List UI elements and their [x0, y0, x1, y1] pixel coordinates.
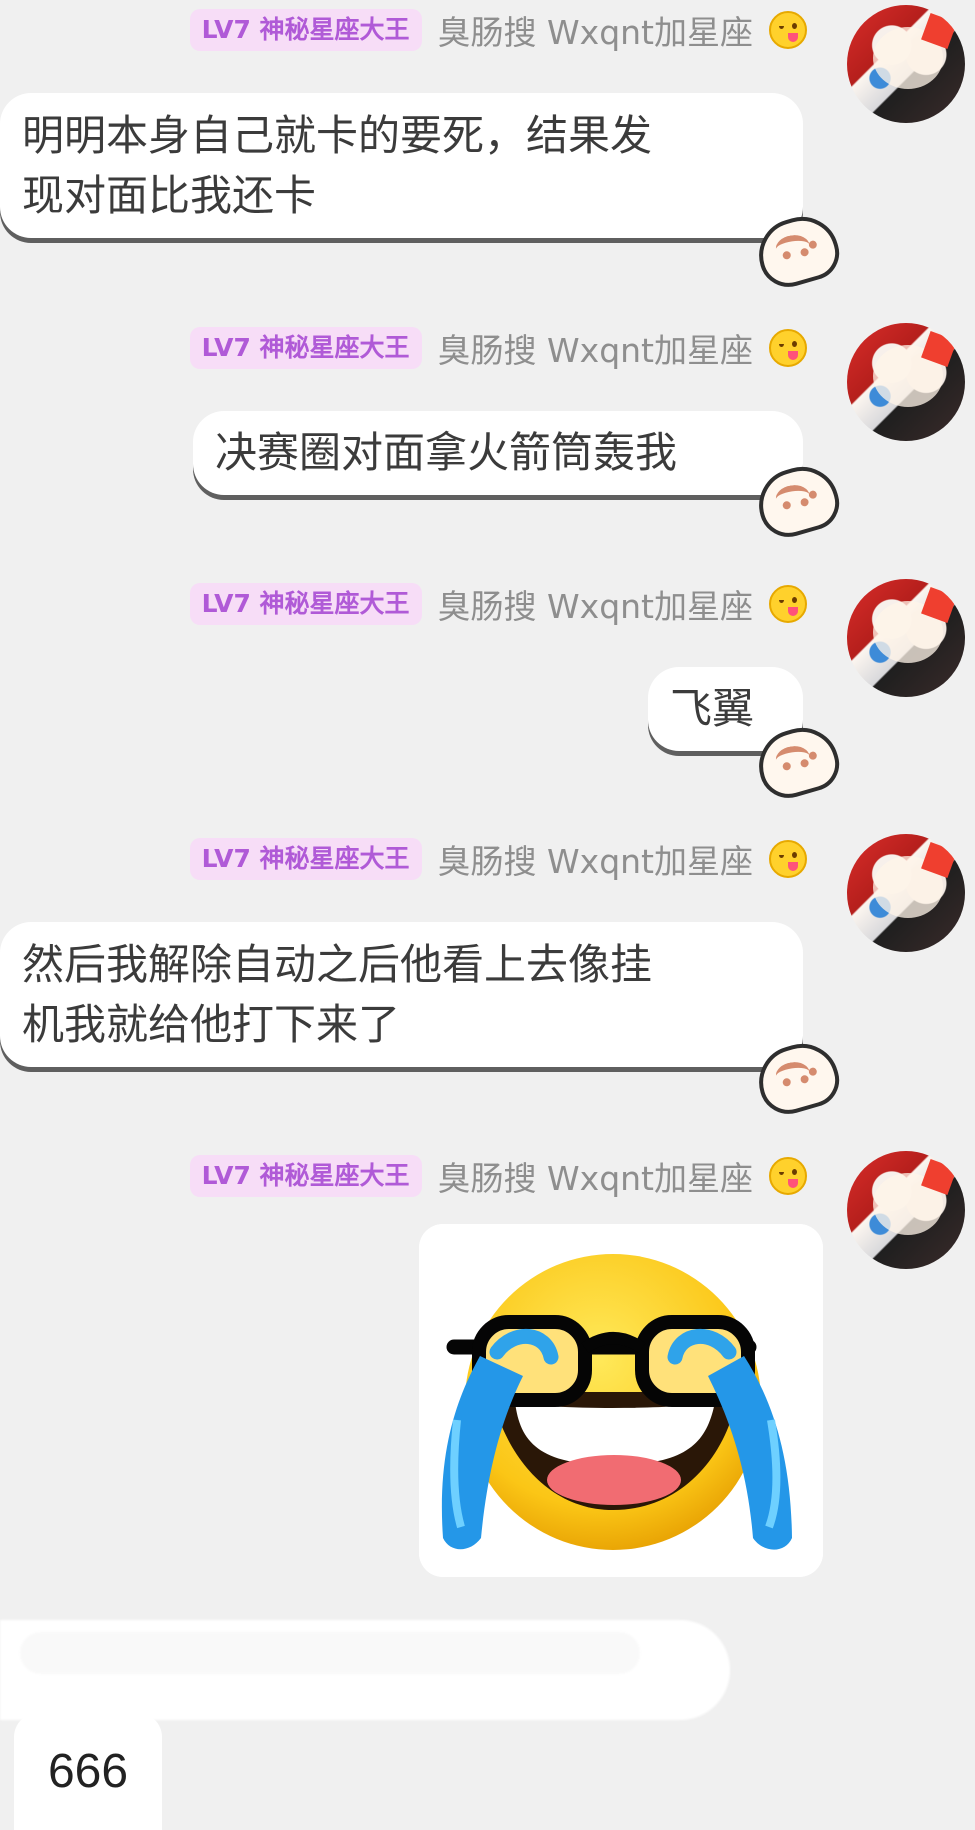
crying-laughing-glasses-emoji-icon	[419, 1224, 823, 1577]
message-bubble[interactable]: 明明本身自己就卡的要死，结果发 现对面比我还卡	[0, 93, 803, 238]
avatar[interactable]	[847, 323, 965, 441]
username[interactable]: 臭肠搜 Wxqnt加星座	[438, 580, 753, 628]
obscured-message	[0, 1620, 730, 1720]
level-badge: LV7 神秘星座大王	[189, 838, 422, 880]
message-bubble[interactable]: 然后我解除自动之后他看上去像挂 机我就给他打下来了	[0, 922, 803, 1067]
message-header: LV7 神秘星座大王 臭肠搜 Wxqnt加星座	[189, 324, 807, 372]
crying-laughing-glasses-sticker[interactable]	[419, 1224, 823, 1577]
level-badge: LV7 神秘星座大王	[189, 327, 422, 369]
yum-face-icon	[769, 329, 807, 367]
message-text: 然后我解除自动之后他看上去像挂 机我就给他打下来了	[22, 940, 653, 1049]
avatar[interactable]	[847, 579, 965, 697]
yum-face-icon	[769, 1157, 807, 1195]
level-badge: LV7 神秘星座大王	[189, 9, 422, 51]
message-header: LV7 神秘星座大王 臭肠搜 Wxqnt加星座	[189, 835, 807, 883]
username[interactable]: 臭肠搜 Wxqnt加星座	[438, 1152, 753, 1200]
avatar[interactable]	[847, 1151, 965, 1269]
username[interactable]: 臭肠搜 Wxqnt加星座	[438, 835, 753, 883]
message-bubble[interactable]: 决赛圈对面拿火箭筒轰我	[193, 411, 803, 495]
message-text: 决赛圈对面拿火箭筒轰我	[215, 428, 678, 477]
level-badge: LV7 神秘星座大王	[189, 583, 422, 625]
username[interactable]: 臭肠搜 Wxqnt加星座	[438, 324, 753, 372]
avatar[interactable]	[847, 834, 965, 952]
message-text: 飞翼	[670, 684, 755, 733]
incoming-message-bubble[interactable]: 666	[14, 1713, 162, 1830]
message-header: LV7 神秘星座大王 臭肠搜 Wxqnt加星座	[189, 1152, 807, 1200]
message-header: LV7 神秘星座大王 臭肠搜 Wxqnt加星座	[189, 580, 807, 628]
message-text: 明明本身自己就卡的要死，结果发 现对面比我还卡	[22, 111, 653, 220]
yum-face-icon	[769, 11, 807, 49]
username[interactable]: 臭肠搜 Wxqnt加星座	[438, 6, 753, 54]
yum-face-icon	[769, 585, 807, 623]
message-header: LV7 神秘星座大王 臭肠搜 Wxqnt加星座	[189, 6, 807, 54]
avatar[interactable]	[847, 5, 965, 123]
level-badge: LV7 神秘星座大王	[189, 1155, 422, 1197]
yum-face-icon	[769, 840, 807, 878]
